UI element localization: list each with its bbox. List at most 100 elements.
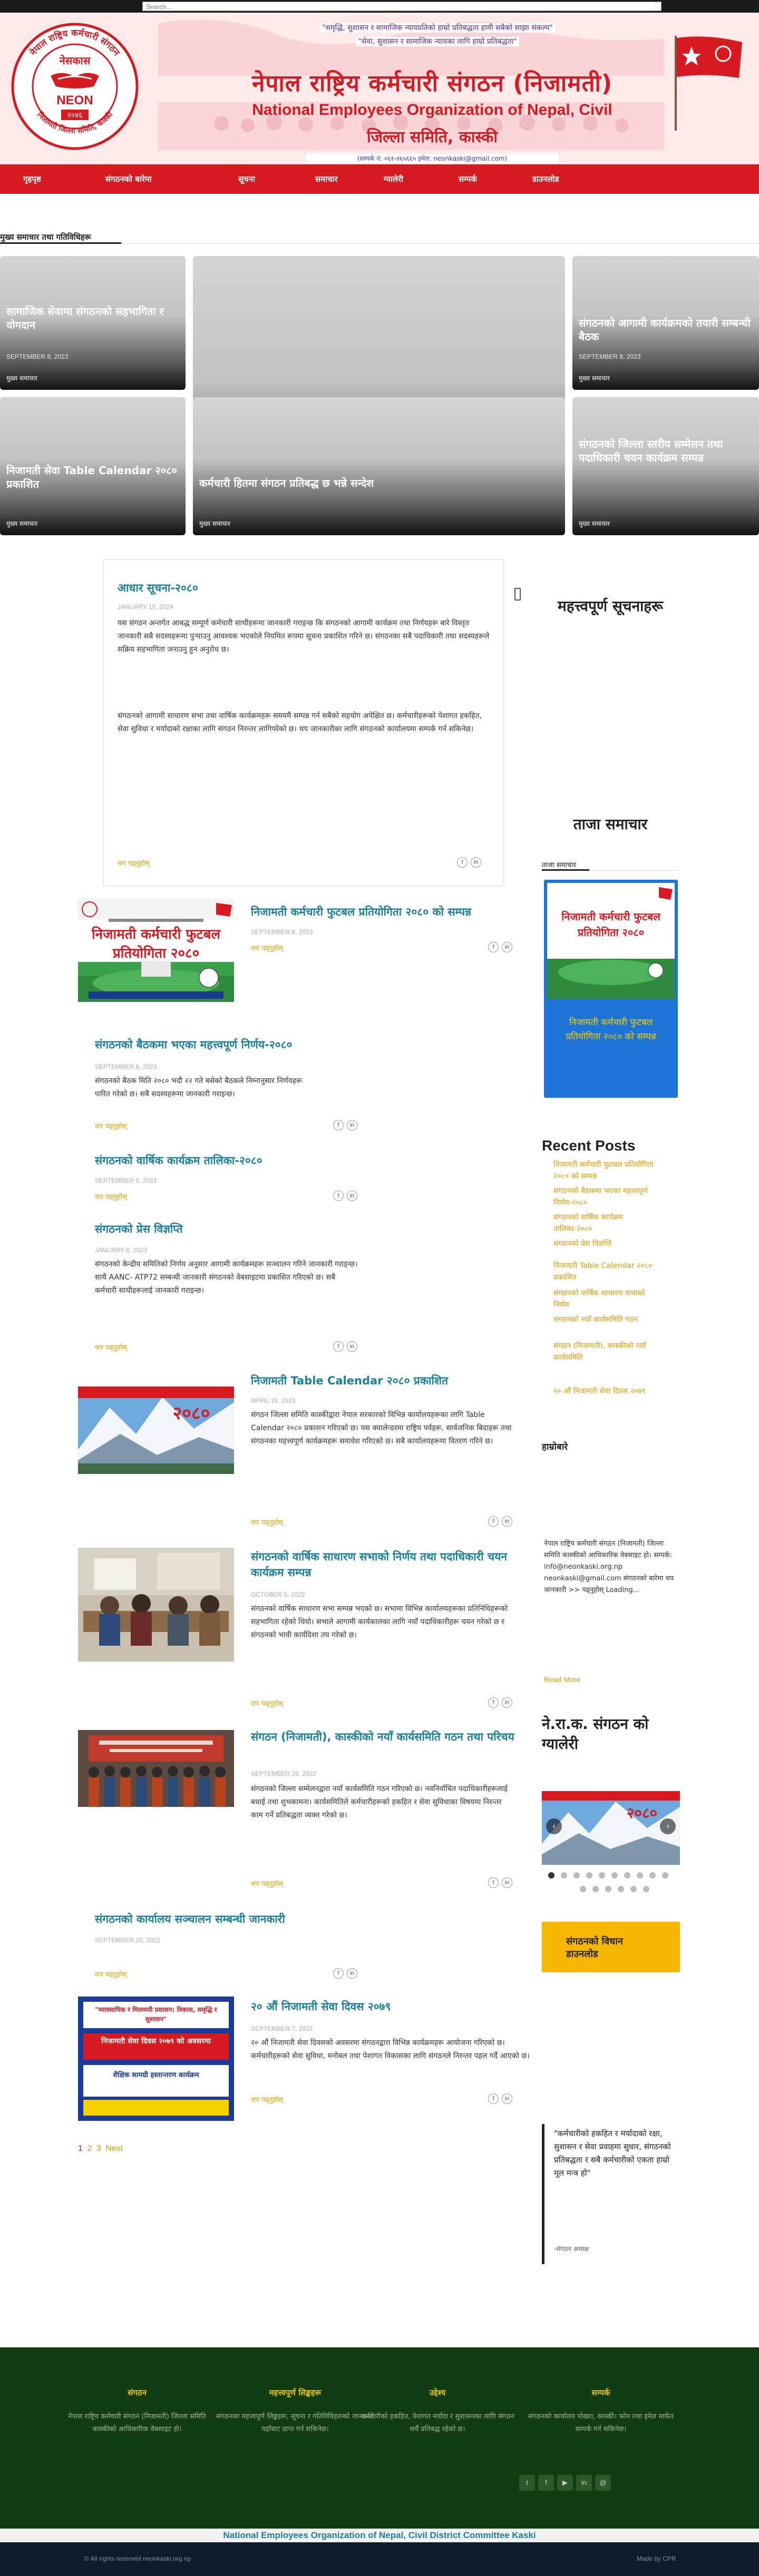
- linkedin-share-icon[interactable]: in: [502, 1697, 512, 1708]
- nav-item-home[interactable]: गृहपृष्ठ: [23, 164, 41, 194]
- featured-tile-5[interactable]: कर्मचारी हितमा संगठन प्रतिबद्ध छ भन्ने स…: [193, 397, 565, 535]
- post-thumbnail[interactable]: [78, 1548, 234, 1661]
- sidebar-news-caption[interactable]: निजामती कर्मचारी फुटबल प्रतियोगिता २०८० …: [556, 1016, 666, 1044]
- post-title[interactable]: संगठनको बैठकमा भएका महत्त्वपूर्ण निर्णय-…: [95, 1037, 453, 1053]
- featured-tile-3[interactable]: संगठनको आगामी कार्यक्रमको तयारी सम्बन्धी…: [572, 256, 759, 390]
- read-more-link[interactable]: थप पढ्नुहोस्: [251, 2095, 283, 2104]
- made-by-text[interactable]: Made by CPR: [637, 2555, 676, 2562]
- facebook-share-icon[interactable]: f: [333, 1120, 344, 1130]
- featured-tile-tag[interactable]: मुख्य समाचार: [579, 519, 610, 528]
- post-excerpt-continued: संगठनको आगामी साधारण सभा तथा वार्षिक कार…: [118, 712, 482, 733]
- recent-post-link[interactable]: संगठन (निजामती), कास्कीको नयाँ कार्यसमित…: [553, 1340, 669, 1363]
- featured-tile-title[interactable]: कर्मचारी हितमा संगठन प्रतिबद्ध छ भन्ने स…: [199, 476, 559, 490]
- nav-item-download[interactable]: डाउनलोड: [532, 164, 559, 194]
- post-title[interactable]: संगठनको वार्षिक साधारण सभाको निर्णय तथा …: [251, 1549, 525, 1580]
- post-title[interactable]: निजामती Table Calendar २०८० प्रकाशित: [251, 1373, 525, 1389]
- recent-post-link[interactable]: २० औं निजामती सेवा दिवस २०७९: [553, 1385, 680, 1397]
- post-title[interactable]: संगठन (निजामती), कास्कीको नयाँ कार्यसमित…: [251, 1729, 525, 1745]
- recent-post-link[interactable]: संगठनको बैठकमा भएका महत्त्वपूर्ण निर्णय-…: [553, 1185, 659, 1208]
- page-2-link[interactable]: 2: [87, 2144, 92, 2153]
- read-more-link[interactable]: थप पढ्नुहोस्: [95, 1192, 127, 1201]
- featured-tile-title[interactable]: संगठनको जिल्ला स्तरीय सम्मेलन तथा पदाधिक…: [579, 437, 753, 465]
- linkedin-share-icon[interactable]: in: [502, 2093, 512, 2104]
- nav-item-news[interactable]: समाचार: [315, 164, 338, 194]
- featured-tile-1[interactable]: सामाजिक सेवामा संगठनको सहभागिता र योगदान…: [0, 256, 186, 390]
- post-thumbnail[interactable]: "व्यावसायिक र मितव्ययी प्रशासन: विकास, स…: [78, 1997, 234, 2121]
- post-title[interactable]: संगठनको वार्षिक कार्यक्रम तालिका-२०८०: [95, 1153, 453, 1168]
- recent-post-link[interactable]: निजामती Table Calendar २०८० प्रकाशित: [553, 1260, 669, 1283]
- post-thumbnail[interactable]: २०८०: [78, 1387, 234, 1474]
- post-title[interactable]: संगठनको कार्यालय सञ्चालन सम्बन्धी जानकार…: [95, 1911, 464, 1927]
- featured-tile-title[interactable]: संगठनको आगामी कार्यक्रमको तयारी सम्बन्धी…: [579, 316, 753, 343]
- featured-tile-4[interactable]: निजामती सेवा Table Calendar २०८० प्रकाशि…: [0, 397, 186, 535]
- search-icon[interactable]: [654, 2, 661, 9]
- read-more-link[interactable]: थप पढ्नुहोस्: [95, 1121, 127, 1130]
- top-bar: Search...: [0, 0, 759, 13]
- about-read-more-link[interactable]: Read More: [544, 1675, 580, 1684]
- read-more-link[interactable]: थप पढ्नुहोस्: [251, 1517, 283, 1527]
- recent-post-link[interactable]: संगठनको प्रेस विज्ञप्ति: [553, 1238, 659, 1250]
- linkedin-share-icon[interactable]: in: [347, 1968, 357, 1979]
- post-title[interactable]: आधार सूचना-२०८०: [118, 580, 198, 596]
- read-more-link[interactable]: थप पढ्नुहोस्: [95, 1342, 127, 1352]
- linkedin-share-icon[interactable]: in: [502, 942, 512, 952]
- recent-post-link[interactable]: निजामती कर्मचारी फुटबल प्रतियोगिता २०८० …: [553, 1159, 659, 1182]
- linkedin-share-icon[interactable]: in: [347, 1120, 357, 1130]
- linkedin-share-icon[interactable]: in: [502, 1877, 512, 1888]
- featured-tile-title[interactable]: निजामती सेवा Table Calendar २०८० प्रकाशि…: [6, 464, 179, 491]
- search-input[interactable]: Search...: [142, 2, 661, 11]
- recent-post-link[interactable]: संगठनको नयाँ कार्यसमिति गठन: [553, 1314, 659, 1325]
- facebook-share-icon[interactable]: f: [488, 1516, 499, 1527]
- featured-tile-tag[interactable]: मुख्य समाचार: [199, 519, 230, 528]
- facebook-share-icon[interactable]: f: [457, 857, 468, 868]
- gallery-next-button[interactable]: ›: [660, 1818, 676, 1834]
- nav-item-about[interactable]: संगठनको बारेमा: [105, 164, 152, 194]
- featured-tile-title[interactable]: सामाजिक सेवामा संगठनको सहभागिता र योगदान: [6, 304, 179, 332]
- facebook-share-icon[interactable]: f: [488, 942, 499, 952]
- facebook-share-icon[interactable]: f: [333, 1968, 344, 1979]
- facebook-icon[interactable]: f: [538, 2475, 554, 2491]
- linkedin-icon[interactable]: in: [576, 2475, 592, 2491]
- download-box-label[interactable]: संगठनको विधान डाउनलोड: [566, 1935, 656, 1961]
- post-thumbnail[interactable]: [78, 1730, 234, 1807]
- facebook-share-icon[interactable]: f: [488, 1877, 499, 1888]
- recent-post-link[interactable]: संगठनको वार्षिक साधारण सभाको निर्णय: [553, 1287, 659, 1311]
- nav-item-gallery[interactable]: ग्यालेरी: [384, 164, 403, 194]
- recent-post-link[interactable]: संगठनको वार्षिक कार्यक्रम तालिका-२०८०: [553, 1212, 659, 1235]
- linkedin-share-icon[interactable]: in: [502, 1516, 512, 1527]
- gallery-slider[interactable]: २०८० ‹ ›: [542, 1791, 680, 1865]
- linkedin-share-icon[interactable]: in: [347, 1191, 357, 1201]
- post-date: APRIL 19, 2023: [251, 1397, 296, 1404]
- youtube-icon[interactable]: ▶: [557, 2475, 573, 2491]
- email-icon[interactable]: @: [595, 2475, 611, 2491]
- post-title[interactable]: संगठनको प्रेस विज्ञप्ति: [95, 1221, 453, 1237]
- facebook-share-icon[interactable]: f: [488, 1697, 499, 1708]
- read-more-link[interactable]: थप पढ्नुहोस्: [251, 943, 283, 952]
- news-tab[interactable]: ताजा समाचार: [542, 860, 576, 869]
- read-more-link[interactable]: थप पढ्नुहोस्: [251, 1879, 283, 1888]
- post-title[interactable]: २० औं निजामती सेवा दिवस २०७९: [251, 1999, 525, 2014]
- post-thumbnail[interactable]: निजामती कर्मचारी फुटबल प्रतियोगिता २०८०: [78, 899, 234, 1002]
- linkedin-share-icon[interactable]: in: [347, 1341, 357, 1352]
- nav-item-notice[interactable]: सूचना: [238, 164, 255, 194]
- featured-tile-6[interactable]: संगठनको जिल्ला स्तरीय सम्मेलन तथा पदाधिक…: [572, 397, 759, 535]
- facebook-share-icon[interactable]: f: [333, 1191, 344, 1201]
- read-more-link[interactable]: थप पढ्नुहोस्: [95, 1969, 127, 1979]
- facebook-share-icon[interactable]: f: [333, 1341, 344, 1352]
- nav-item-contact[interactable]: सम्पर्क: [459, 164, 477, 194]
- gallery-dots[interactable]: [542, 1870, 680, 1896]
- read-more-link[interactable]: थप पढ्नुहोस्: [118, 858, 150, 868]
- featured-tile-tag[interactable]: मुख्य समाचार: [6, 373, 37, 382]
- linkedin-share-icon[interactable]: in: [471, 857, 481, 868]
- facebook-share-icon[interactable]: f: [488, 2093, 499, 2104]
- post-title[interactable]: निजामती कर्मचारी फुटबल प्रतियोगिता २०८० …: [251, 904, 514, 920]
- featured-tile-tag[interactable]: मुख्य समाचार: [579, 373, 610, 382]
- featured-tile-tag[interactable]: मुख्य समाचार: [6, 519, 37, 528]
- gallery-prev-button[interactable]: ‹: [546, 1818, 562, 1834]
- next-page-link[interactable]: Next: [105, 2144, 123, 2153]
- page-3-link[interactable]: 3: [96, 2144, 101, 2153]
- twitter-icon[interactable]: t: [519, 2475, 535, 2491]
- sidebar-news-card[interactable]: निजामती कर्मचारी फुटबल प्रतियोगिता २०८० …: [544, 880, 678, 1098]
- read-more-link[interactable]: थप पढ्नुहोस्: [251, 1698, 283, 1708]
- download-constitution-box[interactable]: संगठनको विधान डाउनलोड: [542, 1922, 680, 1972]
